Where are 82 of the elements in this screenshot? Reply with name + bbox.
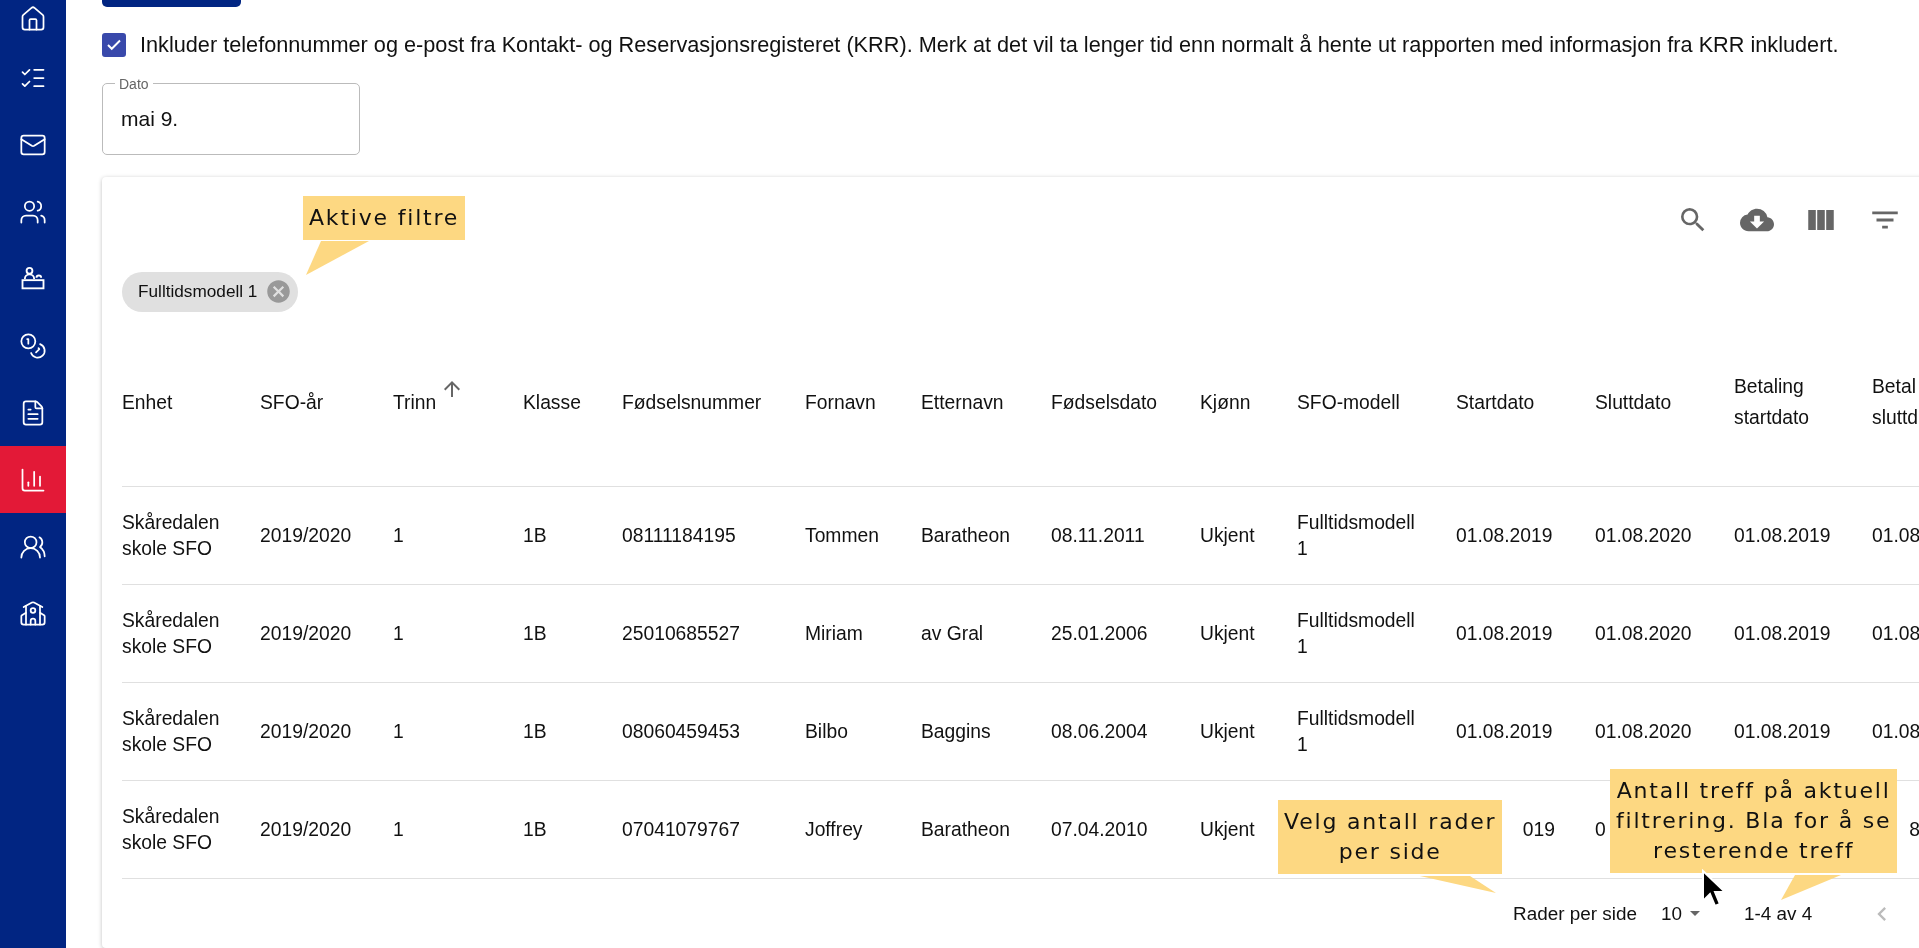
checkbox[interactable] bbox=[102, 32, 126, 57]
table-cell: 08060459453 bbox=[622, 720, 740, 742]
rows-per-page-label: Rader per side bbox=[1513, 902, 1637, 925]
column-header[interactable]: Sluttdato bbox=[1595, 318, 1734, 487]
table-cell: 1B bbox=[523, 818, 547, 840]
table-cell: 07.04.2010 bbox=[1051, 818, 1148, 840]
table-cell: 2019/2020 bbox=[260, 818, 352, 840]
table-cell: 1 bbox=[393, 720, 404, 742]
column-header[interactable]: Kjønn bbox=[1200, 318, 1297, 487]
table-cell: 1B bbox=[523, 720, 547, 742]
table-cell: Skåredalen skole SFO bbox=[122, 805, 220, 853]
table-cell: 2019/2020 bbox=[260, 622, 352, 644]
table-cell: Fulltidsmodell 1 bbox=[1297, 707, 1415, 755]
table-cell: 08.11.2011 bbox=[1051, 524, 1145, 546]
table-cell: Ukjent bbox=[1200, 622, 1255, 644]
column-header[interactable]: Trinn bbox=[393, 318, 523, 487]
column-header[interactable]: Klasse bbox=[523, 318, 622, 487]
table-cell: 2019/2020 bbox=[260, 720, 352, 742]
column-header[interactable]: SFO-år bbox=[260, 318, 393, 487]
coins-icon bbox=[19, 331, 47, 360]
column-header[interactable]: Startdato bbox=[1456, 318, 1595, 487]
table-cell: Ukjent bbox=[1200, 818, 1255, 840]
table-cell: 25.01.2006 bbox=[1051, 622, 1148, 644]
column-header[interactable]: Enhet bbox=[122, 318, 260, 487]
table-cell: Skåredalen skole SFO bbox=[122, 707, 220, 755]
column-header[interactable]: Fødselsdato bbox=[1051, 318, 1200, 487]
table-cell: 08111184195 bbox=[622, 524, 736, 546]
table-cell: 2019/2020 bbox=[260, 524, 352, 546]
field-value: mai 9. bbox=[121, 106, 179, 131]
table-cell: 07041079767 bbox=[622, 818, 740, 840]
column-header[interactable]: Betaling startdato bbox=[1734, 318, 1872, 487]
table-cell: 0 bbox=[1595, 818, 1606, 840]
school-icon bbox=[19, 599, 47, 628]
table-cell: 1B bbox=[523, 622, 547, 644]
home-icon bbox=[19, 5, 47, 33]
table-cell: 01.08 bbox=[1872, 524, 1919, 546]
page-range: 1-4 av 4 bbox=[1743, 902, 1813, 925]
table-cell: Ukjent bbox=[1200, 720, 1255, 742]
table-cell: 1 bbox=[393, 622, 404, 644]
table-cell: 01.08.2019 bbox=[1456, 524, 1553, 546]
column-header[interactable]: SFO-modell bbox=[1297, 318, 1456, 487]
column-header[interactable]: Betal sluttd bbox=[1872, 318, 1919, 487]
table-cell: Fulltidsmodell 1 bbox=[1297, 609, 1415, 657]
table-cell: av Gral bbox=[921, 622, 984, 644]
table-cell: 08.06.2004 bbox=[1051, 720, 1148, 742]
table-cell: 8 bbox=[1909, 818, 1919, 840]
table-cell: Ukjent bbox=[1200, 524, 1255, 546]
table-cell: 1 bbox=[393, 818, 404, 840]
table-cell: 01.08 bbox=[1872, 720, 1919, 742]
callout-pointer bbox=[303, 240, 369, 275]
chip-label: Fulltidsmodell 1 bbox=[138, 281, 258, 302]
table-cell: 25010685527 bbox=[622, 622, 740, 644]
rows-per-page-select[interactable]: 10 bbox=[1660, 902, 1700, 925]
column-header[interactable]: Fornavn bbox=[805, 318, 921, 487]
table-cell: 01.08.2020 bbox=[1595, 524, 1692, 546]
table-cell: 01.08 bbox=[1872, 622, 1919, 644]
table-cell: Tommen bbox=[805, 524, 879, 546]
column-header[interactable]: Fødselsnummer bbox=[622, 318, 805, 487]
table-cell: Skåredalen skole SFO bbox=[122, 609, 220, 657]
table-cell: 01.08.2019 bbox=[1734, 524, 1831, 546]
table-cell: 01.08.2020 bbox=[1595, 622, 1692, 644]
table-cell: 01.08.2019 bbox=[1456, 720, 1553, 742]
table-cell: 019 bbox=[1522, 818, 1555, 840]
table-cell: Baratheon bbox=[921, 524, 1010, 546]
filter-chip[interactable]: Fulltidsmodell 1 bbox=[122, 271, 299, 312]
table-cell: Bilbo bbox=[805, 720, 848, 742]
table-cell: 1 bbox=[393, 524, 404, 546]
column-header[interactable]: Etternavn bbox=[921, 318, 1051, 487]
table-cell: Baratheon bbox=[921, 818, 1010, 840]
table-cell: 01.08.2020 bbox=[1595, 720, 1692, 742]
table-cell: Baggins bbox=[921, 720, 991, 742]
caret-icon bbox=[1689, 911, 1700, 916]
field-label: Dato bbox=[118, 75, 150, 92]
table-cell: Fulltidsmodell 1 bbox=[1297, 511, 1415, 559]
table-cell: Joffrey bbox=[805, 818, 863, 840]
table-cell: 1B bbox=[523, 524, 547, 546]
table-cell: 01.08.2019 bbox=[1734, 622, 1831, 644]
table-cell: 01.08.2019 bbox=[1456, 622, 1553, 644]
table-cell: 01.08.2019 bbox=[1734, 720, 1831, 742]
checkbox-label: Inkluder telefonnummer og e-post fra Kontakt- og Reservasjonsregisteret (KRR). Merk at det vil ta lenger tid enn normalt å hente ut rapporten med informasjon fra KRR inkludert. bbox=[140, 31, 1839, 58]
table-cell: Miriam bbox=[805, 622, 863, 644]
table-cell: Skåredalen skole SFO bbox=[122, 511, 220, 559]
